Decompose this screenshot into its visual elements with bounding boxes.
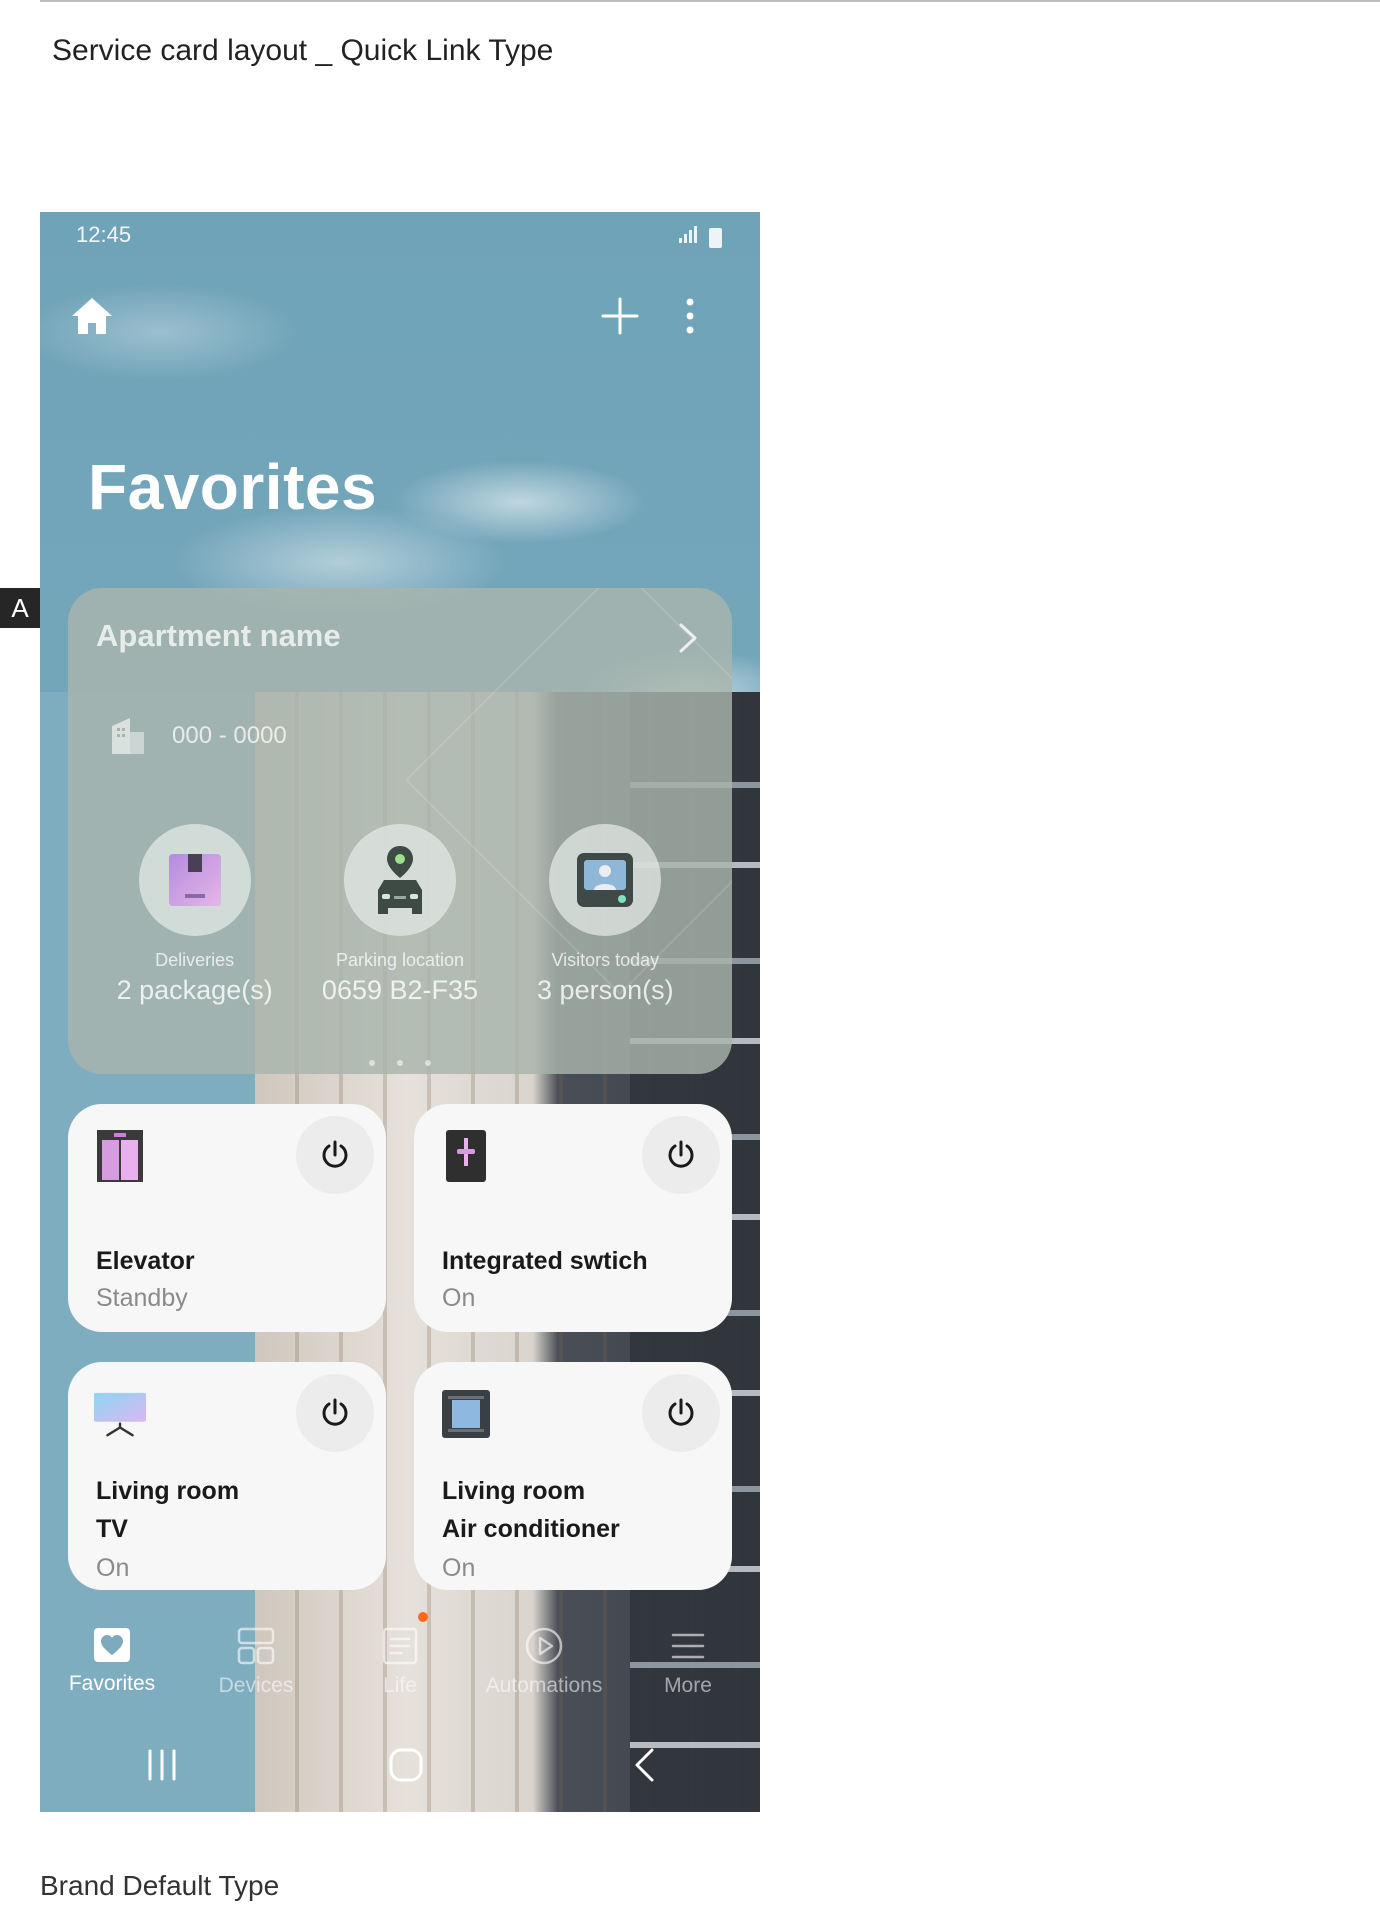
- add-button[interactable]: [592, 288, 648, 344]
- device-card-living-room-tv[interactable]: Living room TV On: [68, 1362, 386, 1590]
- device-status: Standby: [96, 1284, 188, 1312]
- section-marker: A: [0, 588, 40, 628]
- nav-label: More: [664, 1674, 712, 1697]
- status-time: 12:45: [76, 222, 132, 247]
- device-name-line: Living room: [442, 1477, 586, 1505]
- device-name: Living room TV: [96, 1472, 239, 1548]
- apartment-name: Apartment name: [96, 618, 341, 653]
- power-icon: [668, 1398, 694, 1426]
- device-status: On: [96, 1554, 130, 1582]
- signal-icon: [679, 226, 699, 248]
- page-dot: [397, 1060, 403, 1066]
- recent-apps-icon: [148, 1749, 176, 1780]
- apartment-phone-row[interactable]: 000 - 0000: [110, 716, 287, 756]
- home-icon: [72, 298, 112, 334]
- power-button[interactable]: [296, 1116, 374, 1194]
- quick-link-value: 0659 B2-F35: [321, 975, 479, 1005]
- heart-icon: [94, 1628, 130, 1662]
- device-name: Integrated swtich: [442, 1247, 648, 1275]
- more-options-button[interactable]: [668, 288, 712, 344]
- device-card-elevator[interactable]: Elevator Standby: [68, 1104, 386, 1332]
- home-nav-icon: [389, 1748, 423, 1781]
- home-nav-button[interactable]: [388, 1747, 424, 1788]
- building-icon: [112, 718, 144, 754]
- quick-links: Deliveries 2 package(s) Parking location…: [68, 824, 732, 1006]
- package-icon: [168, 854, 221, 906]
- bottom-navigation: Favorites Devices Life Automations More: [40, 1612, 760, 1732]
- play-icon: [525, 1627, 563, 1665]
- plus-icon: [601, 297, 639, 335]
- device-name-line: Living room: [96, 1477, 240, 1505]
- notification-dot: [418, 1612, 428, 1622]
- car-location-icon: [377, 846, 422, 914]
- phone-screen: 12:45 Favorites Apartment name 000 - 000…: [40, 212, 760, 1812]
- chevron-right-icon[interactable]: [678, 622, 698, 659]
- devices-icon: [237, 1627, 275, 1665]
- device-status: On: [442, 1284, 476, 1312]
- system-navigation: [40, 1722, 760, 1812]
- power-icon: [322, 1398, 348, 1426]
- life-icon: [382, 1627, 418, 1665]
- apartment-phone: 000 - 0000: [172, 722, 287, 749]
- quick-link-visitors[interactable]: Visitors today 3 person(s): [510, 824, 700, 1006]
- status-bar: 12:45: [40, 212, 760, 262]
- quick-link-deliveries[interactable]: Deliveries 2 package(s): [100, 824, 290, 1006]
- quick-link-value: 3 person(s): [537, 975, 674, 1005]
- power-icon: [322, 1140, 348, 1168]
- air-conditioner-icon: [442, 1390, 490, 1438]
- recent-apps-button[interactable]: [144, 1749, 180, 1786]
- page-dot: [425, 1060, 431, 1066]
- nav-item-favorites[interactable]: Favorites: [40, 1612, 184, 1732]
- nav-item-automations[interactable]: Automations: [472, 1612, 616, 1732]
- device-card-living-room-air-conditioner[interactable]: Living room Air conditioner On: [414, 1362, 732, 1590]
- elevator-icon: [97, 1130, 143, 1182]
- device-name-line: TV: [96, 1515, 128, 1543]
- device-name: Elevator: [96, 1247, 195, 1275]
- device-name: Living room Air conditioner: [442, 1472, 620, 1548]
- power-button[interactable]: [642, 1116, 720, 1194]
- back-button[interactable]: [632, 1747, 656, 1788]
- menu-icon: [671, 1633, 705, 1659]
- nav-label: Devices: [218, 1674, 294, 1697]
- quick-link-parking[interactable]: Parking location 0659 B2-F35: [305, 824, 495, 1006]
- nav-label: Automations: [485, 1674, 603, 1697]
- device-card-integrated-switch[interactable]: Integrated swtich On: [414, 1104, 732, 1332]
- quick-link-label: Parking location: [335, 950, 465, 970]
- page-title: Favorites: [88, 451, 378, 523]
- apartment-service-card[interactable]: Apartment name 000 - 0000 Deliveries 2 p…: [68, 588, 732, 1074]
- nav-item-life[interactable]: Life: [328, 1612, 472, 1732]
- nav-label: Favorites: [68, 1672, 156, 1695]
- top-divider: [40, 0, 1380, 2]
- device-status: On: [442, 1554, 476, 1582]
- power-button[interactable]: [642, 1374, 720, 1452]
- home-button[interactable]: [64, 288, 120, 344]
- device-name-line: Air conditioner: [442, 1515, 620, 1543]
- document-heading: Service card layout _ Quick Link Type: [52, 34, 554, 67]
- document-footer: Brand Default Type: [40, 1870, 280, 1901]
- page-dot: [369, 1060, 375, 1066]
- quick-link-label: Deliveries: [155, 950, 235, 970]
- battery-icon: [709, 228, 722, 248]
- tv-icon: [94, 1392, 146, 1437]
- quick-link-value: 2 package(s): [116, 975, 273, 1005]
- switch-icon: [446, 1130, 486, 1182]
- power-button[interactable]: [296, 1374, 374, 1452]
- back-icon: [635, 1748, 654, 1781]
- more-vertical-icon: [686, 298, 694, 334]
- page-indicator: [68, 1060, 732, 1066]
- nav-item-more[interactable]: More: [616, 1612, 760, 1732]
- nav-item-devices[interactable]: Devices: [184, 1612, 328, 1732]
- intercom-icon: [577, 853, 634, 907]
- quick-link-label: Visitors today: [551, 950, 660, 970]
- nav-label: Life: [383, 1674, 417, 1697]
- power-icon: [668, 1140, 694, 1168]
